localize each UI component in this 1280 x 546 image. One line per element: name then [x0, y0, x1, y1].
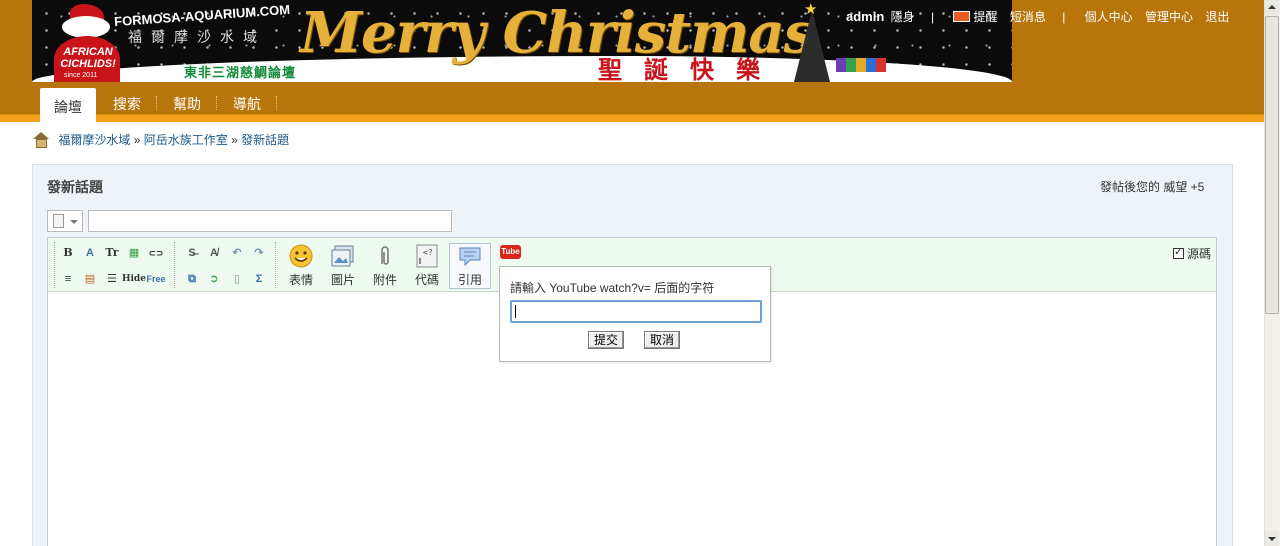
- tab-navigation[interactable]: 導航: [233, 94, 261, 114]
- image-button[interactable]: 圖片: [323, 244, 363, 288]
- scroll-down-button[interactable]: [1265, 531, 1279, 546]
- page-icon[interactable]: ▯: [228, 270, 246, 288]
- code-label: 代碼: [414, 273, 439, 287]
- breadcrumb-forum[interactable]: 阿岳水族工作室: [144, 133, 228, 147]
- cancel-button[interactable]: 取消: [644, 331, 681, 349]
- holiday-greeting: 聖誕快樂: [598, 57, 782, 82]
- document-icon: [53, 214, 64, 228]
- tab-search[interactable]: 搜索: [113, 94, 141, 114]
- header-stripe: [0, 114, 1264, 122]
- breadcrumb-current[interactable]: 發新話題: [241, 133, 289, 147]
- youtube-id-input[interactable]: [510, 300, 762, 323]
- source-checkbox[interactable]: [1173, 245, 1184, 259]
- breadcrumb-sep: »: [231, 133, 238, 147]
- logo-since: since 2011: [64, 72, 98, 79]
- scroll-thumb[interactable]: [1265, 16, 1279, 314]
- forum-name: 東非三湖慈鯛論壇: [184, 65, 297, 80]
- submit-button[interactable]: 提交: [588, 331, 625, 349]
- christmas-tree-icon: [794, 10, 830, 82]
- toolbar-separator: [54, 242, 55, 288]
- tab-forum[interactable]: 論壇: [40, 88, 96, 122]
- home-icon[interactable]: [32, 132, 49, 148]
- site-name-cn: 福爾摩沙水域: [128, 29, 266, 45]
- profile-link[interactable]: 個人中心: [1085, 8, 1133, 25]
- breadcrumb-sep: »: [133, 133, 141, 147]
- subject-input[interactable]: [88, 210, 452, 232]
- breadcrumb: 福爾摩沙水域 » 阿岳水族工作室 » 發新話題: [32, 131, 289, 148]
- strikethrough-icon[interactable]: S̶: [183, 244, 201, 262]
- list-button[interactable]: ☰: [103, 270, 121, 288]
- messages-link[interactable]: 短消息: [1010, 8, 1046, 25]
- formula-icon[interactable]: Σ: [250, 270, 268, 288]
- quote-icon: [459, 247, 481, 267]
- logo-text: AFRICAN CICHLIDS!: [60, 46, 116, 70]
- code-icon: <?: [416, 244, 438, 268]
- username-link[interactable]: admin: [846, 9, 884, 24]
- reminders-label: 提醒: [973, 10, 998, 24]
- admin-center-link[interactable]: 管理中心: [1145, 8, 1193, 25]
- nav-divider: [156, 96, 157, 110]
- nav-divider: [216, 96, 217, 110]
- align-button[interactable]: ≡: [59, 270, 77, 288]
- quote-button[interactable]: 引用: [449, 243, 491, 289]
- gift-icon: [836, 58, 886, 72]
- attachment-label: 附件: [372, 273, 397, 287]
- menu-divider: |: [1062, 10, 1066, 24]
- credit-note: 發帖後您的 威望 +5: [1100, 180, 1205, 194]
- attachment-button[interactable]: 附件: [365, 244, 405, 288]
- svg-text:<?: <?: [423, 248, 433, 257]
- hide-button[interactable]: Hide: [122, 270, 146, 288]
- emoticon-button[interactable]: 表情: [281, 244, 321, 288]
- logout-link[interactable]: 退出: [1205, 8, 1229, 25]
- bold-button[interactable]: B: [59, 244, 77, 262]
- image-label: 圖片: [330, 273, 355, 287]
- redo-icon[interactable]: ↷: [250, 244, 268, 262]
- emoticon-label: 表情: [288, 273, 313, 287]
- fish-logo-icon: [62, 16, 110, 38]
- tab-help[interactable]: 幫助: [173, 94, 201, 114]
- float-button[interactable]: ▤: [81, 270, 99, 288]
- font-size-button[interactable]: Tr: [103, 244, 121, 262]
- star-icon: ★: [804, 1, 818, 18]
- menu-divider: |: [931, 10, 935, 24]
- undo-icon[interactable]: ↶: [228, 244, 246, 262]
- youtube-popup: 請輸入 YouTube watch?v= 后面的字符 提交 取消: [499, 266, 771, 362]
- paperclip-icon: [381, 246, 389, 265]
- youtube-icon[interactable]: Tube: [500, 245, 521, 259]
- chevron-down-icon: [70, 220, 78, 224]
- nav-divider: [276, 96, 277, 110]
- font-color-button[interactable]: A: [81, 244, 99, 262]
- source-toggle[interactable]: 源碼: [1173, 245, 1211, 262]
- breadcrumb-home[interactable]: 福爾摩沙水域: [58, 133, 130, 147]
- text-caret: [515, 305, 516, 318]
- code-button[interactable]: <? 代碼: [407, 244, 447, 288]
- post-type-select[interactable]: [47, 210, 83, 232]
- source-label: 源碼: [1187, 247, 1212, 261]
- popup-prompt: 請輸入 YouTube watch?v= 后面的字符: [510, 281, 715, 295]
- toolbar-separator: [174, 242, 175, 288]
- clear-format-icon[interactable]: A̸: [205, 244, 223, 262]
- copy-icon[interactable]: ⧉: [183, 270, 201, 288]
- mail-icon: [953, 11, 971, 22]
- paste-icon[interactable]: ➲: [205, 270, 223, 288]
- smiley-icon: [289, 244, 313, 268]
- free-button[interactable]: Free: [146, 270, 166, 288]
- toolbar-separator: [275, 242, 276, 288]
- reminders-link[interactable]: 提醒: [953, 8, 997, 25]
- invisible-toggle[interactable]: 隱身: [891, 8, 915, 25]
- image-icon: [331, 245, 354, 267]
- quote-label: 引用: [457, 273, 482, 287]
- table-button[interactable]: ▦: [125, 244, 143, 262]
- user-menu: admin 隱身 | 提醒 短消息 | 個人中心 管理中心 退出: [846, 8, 1238, 25]
- scroll-up-button[interactable]: [1265, 0, 1279, 15]
- page-title: 發新話題: [47, 179, 103, 195]
- link-button[interactable]: ⊂⊃: [147, 244, 165, 262]
